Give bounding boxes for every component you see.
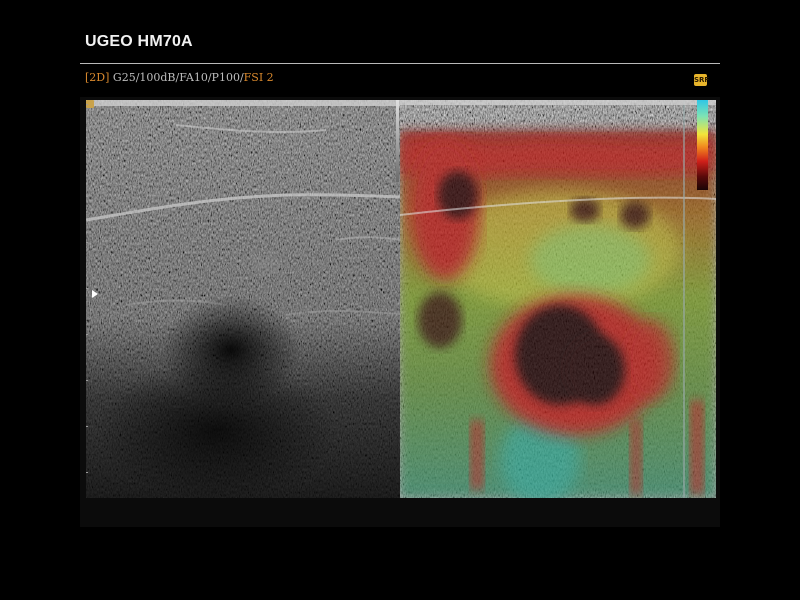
header-divider (80, 63, 720, 64)
elastography-image (400, 100, 716, 498)
srf-indicator-icon: SRF (694, 74, 710, 86)
fsi-label: FSI 2 (243, 71, 274, 84)
imaging-parameters: [2D] G25/100dB/FA10/P100/FSI 2 (85, 71, 274, 84)
depth-scale (86, 104, 89, 496)
focus-arrow-icon (92, 290, 98, 298)
settings-label: G25/100dB/FA10/P100/ (112, 71, 244, 84)
bmode-image (86, 100, 400, 498)
ultrasound-image-area (86, 100, 716, 498)
elasticity-colorbar (697, 100, 708, 190)
device-title: UGEO HM70A (85, 33, 193, 50)
roi-divider (396, 100, 399, 182)
mode-label: [2D] (85, 71, 110, 84)
